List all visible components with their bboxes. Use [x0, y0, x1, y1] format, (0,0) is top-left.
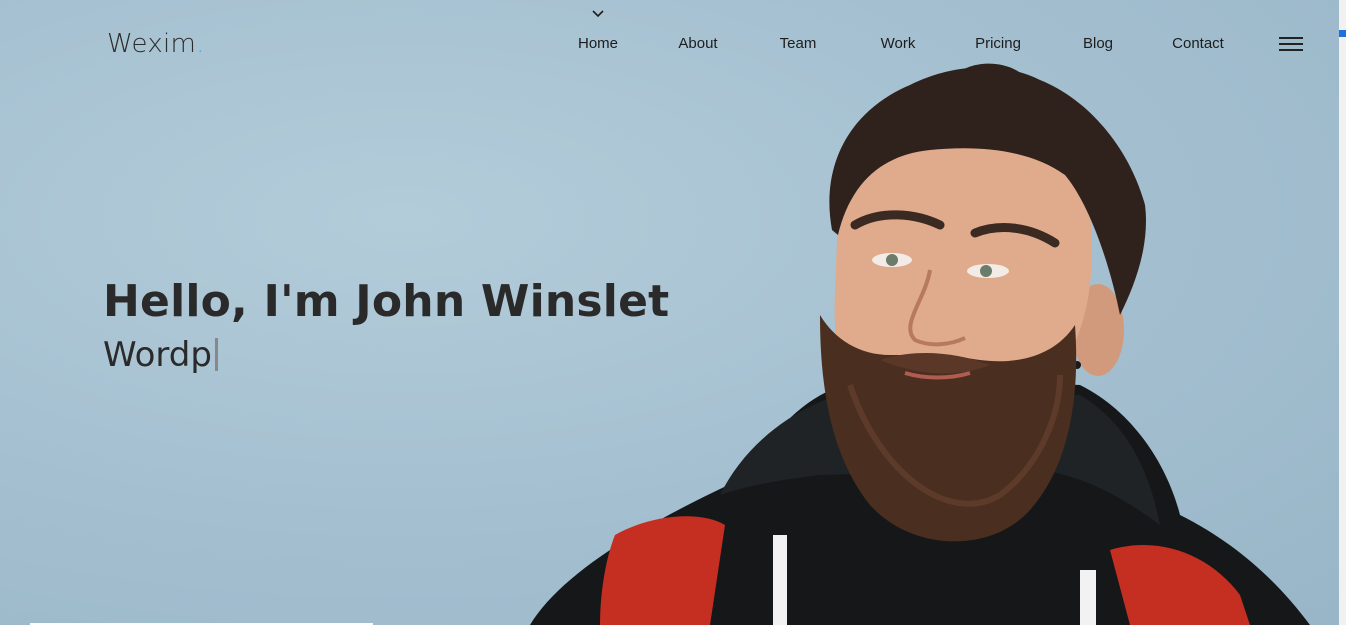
nav-item-label: Blog: [1082, 35, 1114, 52]
main-nav: Home About Team Work Pricing Blog Contac…: [548, 10, 1248, 52]
nav-item-contact[interactable]: Contact: [1148, 35, 1248, 52]
nav-item-label: Work: [880, 35, 916, 52]
nav-item-label: Contact: [1172, 35, 1224, 52]
nav-item-label: About: [678, 35, 718, 52]
page-scrollbar[interactable]: [1339, 0, 1346, 625]
hero-headline: Hello, I'm John Winslet: [103, 276, 670, 327]
hero-typed-text: Wordp: [103, 335, 218, 375]
brand-name: Wexim: [107, 29, 197, 59]
nav-item-label: Pricing: [975, 35, 1021, 52]
brand-logo[interactable]: Wexim.: [107, 29, 205, 59]
menu-line: [1279, 49, 1303, 51]
nav-item-label: Home: [577, 35, 618, 52]
nav-item-home[interactable]: Home: [548, 10, 648, 52]
nav-item-blog[interactable]: Blog: [1048, 35, 1148, 52]
typed-text-value: Wordp: [103, 335, 212, 375]
scrollbar-thumb[interactable]: [1339, 30, 1346, 37]
typing-cursor: [214, 338, 218, 371]
hero-section: Wexim. Home About Team Work Pricing Blog…: [0, 0, 1339, 625]
chevron-down-icon: [592, 10, 604, 18]
menu-line: [1279, 37, 1303, 39]
nav-item-work[interactable]: Work: [848, 35, 948, 52]
nav-item-label: Team: [779, 35, 817, 52]
hamburger-menu-icon[interactable]: [1279, 37, 1303, 52]
brand-dot: .: [196, 29, 205, 59]
hero-portrait-image: [530, 63, 1310, 625]
nav-item-team[interactable]: Team: [748, 35, 848, 52]
nav-item-about[interactable]: About: [648, 35, 748, 52]
nav-item-pricing[interactable]: Pricing: [948, 35, 1048, 52]
menu-line: [1279, 43, 1303, 45]
